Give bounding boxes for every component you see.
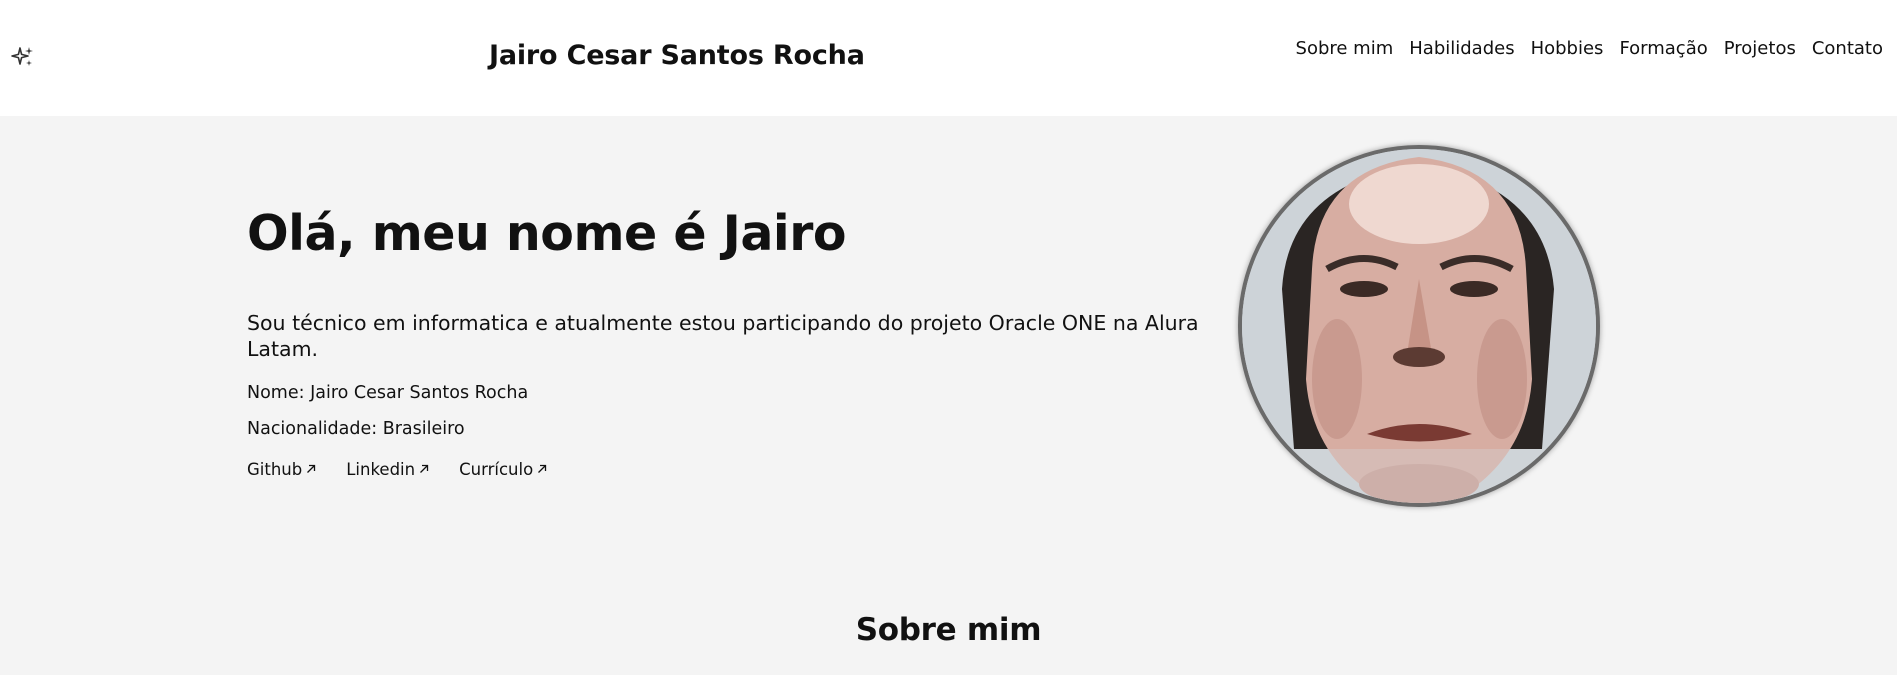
linkedin-link[interactable]: Linkedin (346, 460, 429, 479)
curriculo-link-label: Currículo (459, 460, 534, 479)
sparkle-icon[interactable] (11, 45, 35, 69)
hero-description: Sou técnico em informatica e atualmente … (247, 311, 1199, 361)
arrow-up-right-icon (538, 464, 547, 473)
nav-link-habilidades[interactable]: Habilidades (1409, 38, 1514, 59)
nav-link-hobbies[interactable]: Hobbies (1531, 38, 1604, 59)
hero-heading: Olá, meu nome é Jairo (247, 205, 847, 262)
nav-link-projetos[interactable]: Projetos (1724, 38, 1796, 59)
arrow-up-right-icon (307, 464, 316, 473)
curriculo-link[interactable]: Currículo (459, 460, 547, 479)
nationality-line: Nacionalidade: Brasileiro (247, 419, 465, 439)
linkedin-link-label: Linkedin (346, 460, 416, 479)
section-title-sobre-mim: Sobre mim (855, 612, 1042, 648)
github-link-label: Github (247, 460, 303, 479)
site-header: Jairo Cesar Santos Rocha Sobre mim Habil… (0, 0, 1897, 116)
github-link[interactable]: Github (247, 460, 316, 479)
nav-link-contato[interactable]: Contato (1812, 38, 1883, 59)
nav-link-formacao[interactable]: Formação (1619, 38, 1707, 59)
profile-links: Github Linkedin Currículo (247, 460, 547, 479)
name-line: Nome: Jairo Cesar Santos Rocha (247, 383, 529, 403)
site-title: Jairo Cesar Santos Rocha (489, 40, 865, 71)
arrow-up-right-icon (420, 464, 429, 473)
main-nav: Sobre mim Habilidades Hobbies Formação P… (1296, 38, 1883, 59)
profile-photo (1238, 145, 1600, 507)
nav-link-sobre-mim[interactable]: Sobre mim (1296, 38, 1394, 59)
